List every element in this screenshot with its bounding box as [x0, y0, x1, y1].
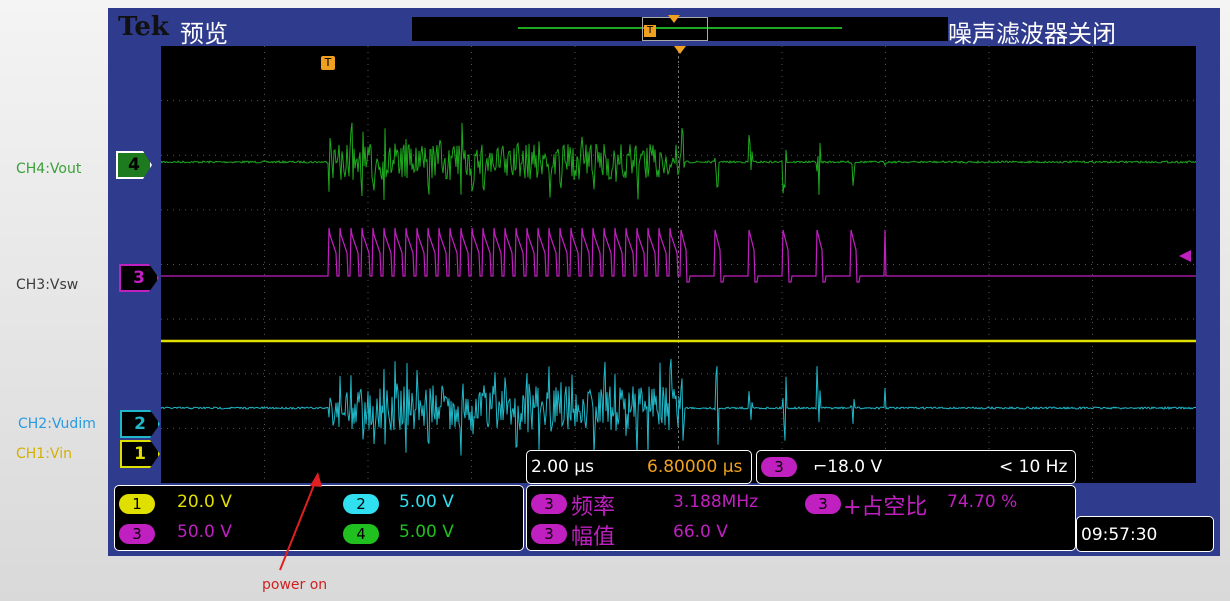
waveform-display — [160, 46, 1197, 483]
horizontal-delay: 6.80000 μs — [647, 457, 743, 477]
clock: 09:57:30 — [1081, 525, 1158, 545]
trigger-readout[interactable]: 3 ⌐18.0 V < 10 Hz — [756, 450, 1076, 484]
ch1-scale-badge[interactable]: 1 — [119, 494, 155, 514]
record-view-bar: T — [412, 15, 948, 41]
ch4-side-label: CH4:Vout — [16, 161, 82, 177]
meas1-name: 频率 — [571, 495, 616, 520]
meas3-value: 66.0 V — [673, 522, 728, 542]
brand-logo: Tek — [118, 12, 169, 42]
ch4-scale: 5.00 V — [399, 522, 454, 542]
ch2-scale: 5.00 V — [399, 492, 454, 512]
trigger-position-icon — [668, 15, 680, 23]
measurements-panel: 3 频率 3.188MHz 3 +占空比 74.70 % 3 幅值 66.0 V — [526, 485, 1076, 551]
timebase-readout[interactable]: 2.00 μs 6.80000 μs — [526, 450, 752, 484]
waveform-svg — [160, 46, 1197, 483]
trigger-source-badge: 3 — [761, 457, 797, 477]
trigger-level-icon — [1179, 250, 1191, 262]
horizontal-position-icon — [674, 46, 686, 54]
meas3-name: 幅值 — [571, 525, 616, 550]
trigger-point-icon: T — [321, 56, 335, 70]
power-on-annotation: power on — [262, 577, 328, 593]
time-per-div: 2.00 μs — [531, 457, 594, 477]
ch1-scale: 20.0 V — [177, 492, 232, 512]
trigger-level: ⌐18.0 V — [813, 457, 883, 477]
meas2-name: +占空比 — [843, 495, 928, 520]
ch3-side-label: CH3:Vsw — [16, 277, 79, 293]
meas2-badge: 3 — [805, 494, 841, 514]
ch4-scale-badge[interactable]: 4 — [343, 524, 379, 544]
meas2-value: 74.70 % — [947, 492, 1018, 512]
ch2-side-label: CH2:Vudim — [18, 416, 96, 432]
trigger-rate: < 10 Hz — [999, 457, 1068, 477]
ch2-scale-badge[interactable]: 2 — [343, 494, 379, 514]
meas3-badge: 3 — [531, 524, 567, 544]
ch1-side-label: CH1:Vin — [16, 446, 72, 462]
ch3-scale-badge[interactable]: 3 — [119, 524, 155, 544]
noise-filter-status: 噪声滤波器关闭 — [948, 20, 1116, 48]
annotation-arrow — [279, 472, 322, 571]
meas1-value: 3.188MHz — [673, 492, 759, 512]
acquisition-mode: 预览 — [180, 20, 228, 48]
ch3-scale: 50.0 V — [177, 522, 232, 542]
trigger-t-icon: T — [644, 25, 656, 37]
traces — [160, 122, 1197, 456]
meas1-badge: 3 — [531, 494, 567, 514]
clock-box: 09:57:30 — [1076, 516, 1214, 552]
